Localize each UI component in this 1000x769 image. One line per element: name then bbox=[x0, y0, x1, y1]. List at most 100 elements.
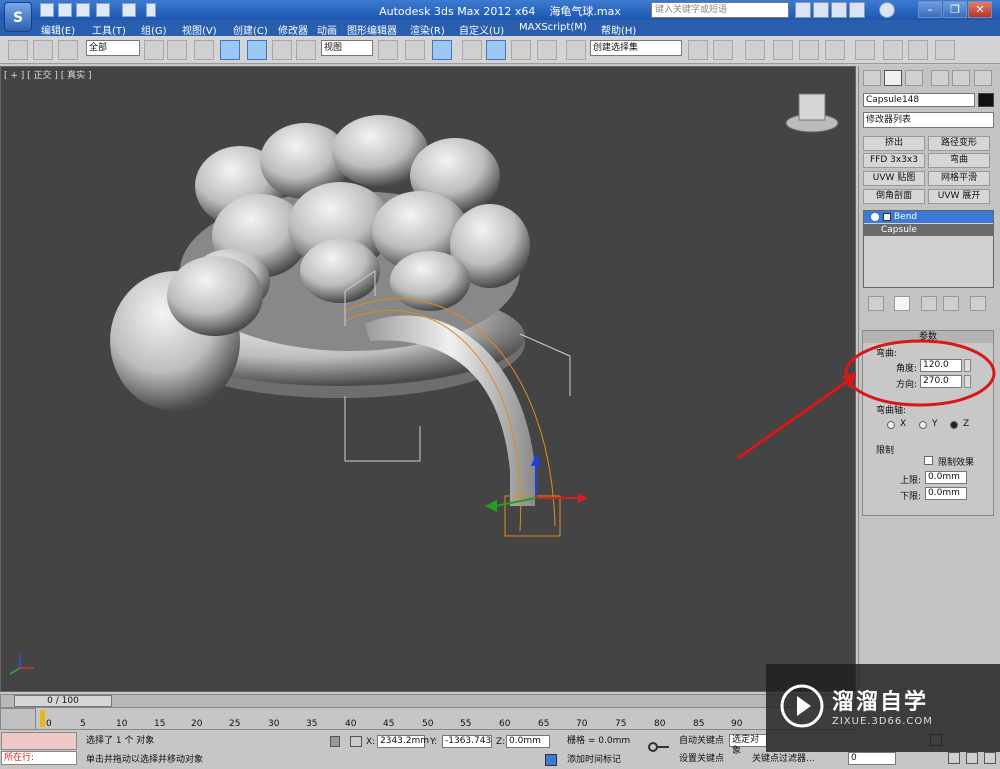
configure-modifier-sets-icon[interactable] bbox=[970, 296, 986, 311]
menu-animation[interactable]: 动画 bbox=[317, 22, 337, 37]
select-by-name-icon[interactable] bbox=[167, 40, 187, 60]
maxscript-listener-mini[interactable] bbox=[1, 732, 77, 750]
absolute-mode-icon[interactable] bbox=[350, 736, 362, 747]
time-slider-thumb[interactable]: 0 / 100 bbox=[14, 695, 112, 707]
binoculars-icon[interactable] bbox=[795, 2, 811, 18]
utilities-tab-icon[interactable] bbox=[974, 70, 992, 86]
edit-named-selection-icon[interactable] bbox=[566, 40, 586, 60]
pin-stack-icon[interactable] bbox=[868, 296, 884, 311]
snaps-toggle-icon[interactable] bbox=[462, 40, 482, 60]
spinner-snap-icon[interactable] bbox=[537, 40, 557, 60]
hierarchy-tab-icon[interactable] bbox=[905, 70, 923, 86]
object-name-field[interactable]: Capsule148 bbox=[863, 93, 975, 107]
time-slider[interactable] bbox=[0, 694, 856, 708]
view-cube[interactable] bbox=[785, 93, 839, 133]
time-tag-icon[interactable] bbox=[545, 754, 557, 766]
current-frame-marker[interactable] bbox=[40, 710, 45, 727]
align-icon[interactable] bbox=[713, 40, 733, 60]
axis-z-radio[interactable] bbox=[950, 421, 958, 429]
favorites-icon[interactable] bbox=[849, 2, 865, 18]
menu-help[interactable]: 帮助(H) bbox=[601, 22, 636, 37]
modifier-button-uvw-map[interactable]: UVW 贴图 bbox=[863, 171, 925, 186]
graphite-tools-icon[interactable] bbox=[773, 40, 793, 60]
z-coord-input[interactable]: 0.0mm bbox=[506, 735, 550, 748]
display-tab-icon[interactable] bbox=[952, 70, 970, 86]
new-file-icon[interactable] bbox=[40, 3, 54, 17]
menu-group[interactable]: 组(G) bbox=[141, 22, 167, 37]
modifier-button-bend[interactable]: 弯曲 bbox=[928, 153, 990, 168]
upper-limit-input[interactable]: 0.0mm bbox=[925, 471, 967, 484]
key-icon[interactable] bbox=[648, 740, 670, 754]
pan-view-icon[interactable] bbox=[948, 752, 960, 764]
modifier-button-extrude[interactable]: 挤出 bbox=[863, 136, 925, 151]
menu-graph-editors[interactable]: 图形编辑器 bbox=[347, 22, 397, 37]
minimize-button[interactable]: – bbox=[918, 1, 942, 18]
menu-modifiers[interactable]: 修改器 bbox=[278, 22, 308, 37]
lightbulb-icon[interactable] bbox=[871, 213, 879, 221]
menu-rendering[interactable]: 渲染(R) bbox=[410, 22, 445, 37]
modifier-button-bevel-profile[interactable]: 倒角剖面 bbox=[863, 189, 925, 204]
modifier-button-meshsmooth[interactable]: 网格平滑 bbox=[928, 171, 990, 186]
axis-y-radio[interactable] bbox=[919, 421, 927, 429]
bind-space-warp-icon[interactable] bbox=[58, 40, 78, 60]
window-crossing-icon[interactable] bbox=[220, 40, 240, 60]
select-manipulate-icon[interactable] bbox=[405, 40, 425, 60]
modifier-button-unwrap-uvw[interactable]: UVW 展开 bbox=[928, 189, 990, 204]
show-end-result-icon[interactable] bbox=[894, 296, 910, 311]
modifier-list-dropdown[interactable]: 修改器列表 bbox=[863, 112, 994, 128]
redo-icon[interactable] bbox=[122, 3, 136, 17]
selection-filter-dropdown[interactable]: 全部 bbox=[86, 40, 140, 56]
open-file-icon[interactable] bbox=[58, 3, 72, 17]
material-editor-icon[interactable] bbox=[855, 40, 875, 60]
limit-effect-checkbox[interactable] bbox=[924, 456, 933, 465]
key-filters-button[interactable]: 关键点过滤器... bbox=[750, 753, 822, 767]
angle-snap-icon[interactable] bbox=[486, 40, 506, 60]
tools-icon[interactable] bbox=[813, 2, 829, 18]
current-frame-input[interactable]: 0 bbox=[848, 752, 896, 765]
percent-snap-icon[interactable] bbox=[511, 40, 531, 60]
select-and-rotate-icon[interactable] bbox=[272, 40, 292, 60]
stack-item-capsule[interactable]: Capsule bbox=[864, 224, 993, 236]
add-time-tag-button[interactable]: 添加时间标记 bbox=[565, 754, 645, 768]
pivot-center-icon[interactable] bbox=[378, 40, 398, 60]
axis-x-radio[interactable] bbox=[887, 421, 895, 429]
object-color-swatch[interactable] bbox=[978, 93, 994, 107]
rectangular-selection-icon[interactable] bbox=[194, 40, 214, 60]
orbit-icon[interactable] bbox=[966, 752, 978, 764]
quick-access-dropdown-icon[interactable] bbox=[146, 3, 156, 17]
motion-tab-icon[interactable] bbox=[931, 70, 949, 86]
set-key-button[interactable]: 设置关键点 bbox=[677, 753, 729, 767]
y-coord-input[interactable]: -1363.743 bbox=[442, 735, 492, 748]
menu-tools[interactable]: 工具(T) bbox=[92, 22, 126, 37]
reference-coordinate-dropdown[interactable]: 视图 bbox=[321, 40, 373, 56]
mirror-icon[interactable] bbox=[688, 40, 708, 60]
modifier-button-ffd[interactable]: FFD 3x3x3 bbox=[863, 153, 925, 168]
render-production-icon[interactable] bbox=[935, 40, 955, 60]
close-button[interactable]: ✕ bbox=[968, 1, 992, 18]
menu-customize[interactable]: 自定义(U) bbox=[459, 22, 504, 37]
modify-tab-icon[interactable] bbox=[884, 70, 902, 86]
stack-item-bend[interactable]: Bend bbox=[864, 211, 993, 223]
unlink-icon[interactable] bbox=[33, 40, 53, 60]
menu-views[interactable]: 视图(V) bbox=[182, 22, 217, 37]
star-icon[interactable] bbox=[831, 2, 847, 18]
menu-create[interactable]: 创建(C) bbox=[233, 22, 268, 37]
mini-curve-editor-icon[interactable] bbox=[0, 708, 36, 730]
rendered-frame-icon[interactable] bbox=[908, 40, 928, 60]
select-object-icon[interactable] bbox=[144, 40, 164, 60]
expand-icon[interactable] bbox=[883, 213, 891, 221]
key-mode-dropdown[interactable]: 选定对象 bbox=[729, 734, 767, 756]
maximize-viewport-icon[interactable] bbox=[984, 752, 996, 764]
lower-limit-input[interactable]: 0.0mm bbox=[925, 487, 967, 500]
help-icon[interactable] bbox=[879, 2, 895, 18]
auto-key-button[interactable]: 自动关键点 bbox=[677, 735, 729, 749]
menu-maxscript[interactable]: MAXScript(M) bbox=[519, 22, 587, 33]
menu-edit[interactable]: 编辑(E) bbox=[41, 22, 75, 37]
turtle-balloon-model[interactable] bbox=[110, 115, 535, 506]
named-selection-dropdown[interactable]: 创建选择集 bbox=[590, 40, 682, 56]
application-menu-button[interactable]: S bbox=[4, 2, 32, 32]
remove-modifier-icon[interactable] bbox=[943, 296, 959, 311]
lock-icon[interactable] bbox=[330, 736, 340, 747]
save-file-icon[interactable] bbox=[76, 3, 90, 17]
transform-gizmo[interactable] bbox=[485, 454, 588, 512]
